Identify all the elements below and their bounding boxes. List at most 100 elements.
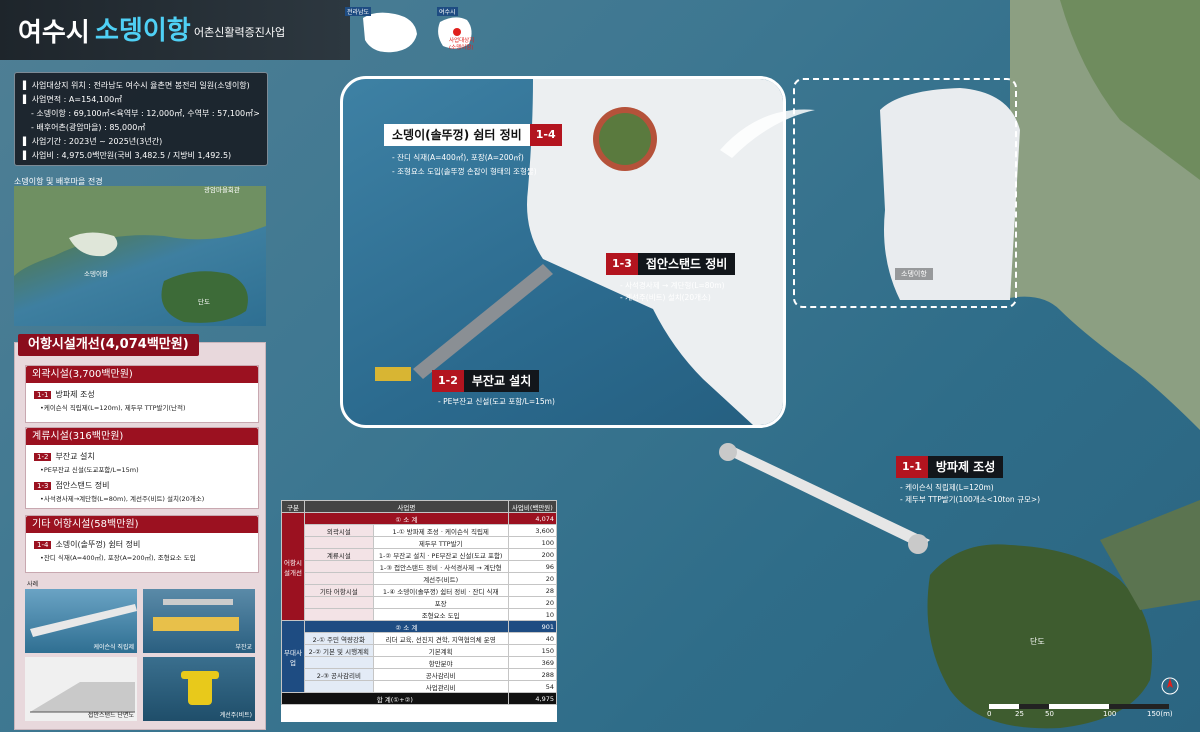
section-other-facility: 기타 어항시설(58백만원) 1-4 소뎅이(솔뚜껑) 쉼터 정비 •잔디 식재(… <box>25 515 259 573</box>
row1-7-value: 10 <box>507 608 558 621</box>
row1-2-group: 계류시설 <box>304 548 374 561</box>
callout-1-3-num: 1-3 <box>606 253 638 275</box>
item-1-1-desc: •케이슨식 직립제(L=120m), 제두부 TTP발기(난적) <box>40 404 186 412</box>
callout-1-4-num: 1-4 <box>529 124 562 146</box>
row1-1-desc: 제두부 TTP발기 <box>372 536 509 549</box>
row2-1-desc: 기본계획 <box>372 644 509 657</box>
row2-1-value: 150 <box>507 644 558 657</box>
subtotal-2-value: 901 <box>507 620 558 633</box>
item-1-3-name: 접안스탠드 정비 <box>55 481 110 490</box>
th-budget: 사업비(백만원) <box>507 500 558 513</box>
section-other-head: 기타 어항시설(58백만원) <box>26 516 258 533</box>
scale-tick-50: 50 <box>1045 710 1054 718</box>
row1-1-value: 100 <box>507 536 558 549</box>
photo-label-village: 광암마을회관 <box>204 186 240 194</box>
row1-0-detail: 1-① 방파제 조성 · 케이슨식 직립제 <box>372 524 509 537</box>
item-1-4-name: 소뎅이(솔뚜껑) 쉼터 정비 <box>55 540 141 549</box>
row1-3-value: 96 <box>507 560 558 573</box>
row1-4-value: 20 <box>507 572 558 585</box>
location-minimap: 전라남도 여수시 사업대상지 (소뎅이항) <box>345 4 495 60</box>
item-1-2-name: 부잔교 설치 <box>55 452 95 461</box>
callout-1-2: 1-2 부잔교 설치 <box>432 370 540 392</box>
row1-3-desc: 사석경사제 → 계단형 <box>444 563 502 572</box>
row2-0-value: 40 <box>507 632 558 645</box>
row1-5-detail: 1-④ 소뎅이(솔뚜껑) 쉼터 정비 · 잔디 식재 <box>372 584 509 597</box>
total-label: 합 계(①+②) <box>281 692 509 705</box>
aerial-photo-shapes <box>14 186 266 323</box>
subtotal-1-value: 4,074 <box>507 512 558 525</box>
row2-2-desc: 항만분야 <box>372 656 509 669</box>
row1-5-desc: 잔디 식재 <box>472 587 499 596</box>
info-budget: ▌ 사업비 : 4,975.0백만원(국비 3,482.5 / 지방비 1,49… <box>23 151 232 160</box>
callout-1-3: 1-3 접안스탠드 정비 <box>606 253 736 275</box>
item-1-4-tag: 1-4 <box>34 541 52 549</box>
cat-facility: 어항시설개선 <box>281 512 305 621</box>
row1-5-value: 28 <box>507 584 558 597</box>
section-mooring-head: 계류시설(316백만원) <box>26 428 258 445</box>
row1-3-group <box>304 560 374 573</box>
budget-table: 구분 사업명 사업비(백만원) 어항시설개선 ① 소 계 4,074 외곽시설 … <box>281 500 558 722</box>
row1-0-desc: 케이슨식 직립제 <box>444 527 489 536</box>
row1-5-name: 1-④ 소뎅이(솔뚜껑) 쉼터 정비 <box>382 587 467 596</box>
row1-0-value: 3,600 <box>507 524 558 537</box>
minimap-target-label: 사업대상지 (소뎅이항) <box>449 38 475 51</box>
item-1-4-title: 1-4 소뎅이(솔뚜껑) 쉼터 정비 <box>34 539 258 550</box>
row2-3-name: 2-③ 공사감리비 <box>304 668 374 681</box>
note-1-3-a: - 사석경사제 → 계단형(L=80m) <box>620 281 725 290</box>
row1-2-value: 200 <box>507 548 558 561</box>
budget-table-grid: 구분 사업명 사업비(백만원) 어항시설개선 ① 소 계 4,074 외곽시설 … <box>281 500 558 705</box>
scale-tick-150: 150(m) <box>1147 710 1173 718</box>
section-mooring-facility: 계류시설(316백만원) 1-2 부잔교 설치 •PE부잔교 신설(도교포함/L=… <box>25 427 259 509</box>
total-value: 4,975 <box>507 692 558 705</box>
callout-1-1: 1-1 방파제 조성 <box>896 456 1004 478</box>
row1-7-group <box>304 608 374 621</box>
minimap-region1: 전라남도 <box>345 7 372 16</box>
item-1-3-desc: •사석경사제→계단형(L=80m), 계선주(비트) 설치(20개소) <box>40 495 205 503</box>
cat-ancillary: 부대사업 <box>281 620 305 693</box>
row2-2-value: 369 <box>507 656 558 669</box>
page-title-port: 소뎅이항 <box>95 16 191 46</box>
item-1-1-name: 방파제 조성 <box>55 390 95 399</box>
subtotal-2-label: ② 소 계 <box>304 620 509 633</box>
scale-tick-100: 100 <box>1103 710 1117 718</box>
note-1-1-a: - 케이슨식 직립제(L=120m) <box>900 483 994 492</box>
subtotal-1-label: ① 소 계 <box>304 512 509 525</box>
item-1-2-tag: 1-2 <box>34 453 52 461</box>
row1-6-value: 20 <box>507 596 558 609</box>
row1-2-name: 1-② 부잔교 설치 <box>378 551 426 560</box>
row1-6-group <box>304 596 374 609</box>
page-subtitle: 어촌신활력증진사업 <box>194 26 286 39</box>
section-outer-facility: 외곽시설(3,700백만원) 1-1 방파제 조성 •케이슨식 직립제(L=120… <box>25 365 259 423</box>
row1-7-desc: 조형요소 도입 <box>372 608 509 621</box>
info-period: ▌ 사업기간 : 2023년 ~ 2025년(3년간) <box>23 137 163 146</box>
thumb-caption-section: 접안스탠드 단면도 <box>87 712 134 719</box>
row1-2-desc: PE부잔교 신설(도교 포함) <box>431 551 503 560</box>
row2-0-desc: 리더 교육, 선진지 견학, 지역협의체 운영 <box>372 632 509 645</box>
photo-label-port: 소뎅이항 <box>84 270 108 278</box>
place-label-port: 소뎅이항 <box>895 268 933 280</box>
north-arrow-icon <box>1161 677 1179 695</box>
item-1-2-desc: •PE부잔교 신설(도교포함/L=15m) <box>40 466 139 474</box>
thumb-caption-pontoon: 부잔교 <box>235 644 252 651</box>
info-area: ▌ 사업면적 : A=154,100㎡ <box>23 95 123 104</box>
row2-1-name: 2-② 기본 및 시행계획 <box>304 644 374 657</box>
row2-2-name <box>304 656 374 669</box>
row2-3-value: 288 <box>507 668 558 681</box>
photo-label-island: 단도 <box>198 298 210 306</box>
item-1-1-title: 1-1 방파제 조성 <box>34 389 258 400</box>
row1-3-detail: 1-③ 접안스탠드 정비 · 사석경사제 → 계단형 <box>372 560 509 573</box>
callout-1-3-text: 접안스탠드 정비 <box>637 253 736 275</box>
note-1-4-a: - 잔디 식재(A=400㎡), 포장(A=200㎡) <box>392 153 524 162</box>
row1-3-name: 1-③ 접안스탠드 정비 <box>379 563 439 572</box>
example-photo-caisson: 케이슨식 직립제 <box>25 589 137 653</box>
th-category: 구분 <box>281 500 305 513</box>
note-1-4-b: - 조형요소 도입(솔뚜껑 손잡이 형태의 조형물) <box>392 167 537 176</box>
row2-4-value: 54 <box>507 680 558 693</box>
facility-improvement-panel: 외곽시설(3,700백만원) 1-1 방파제 조성 •케이슨식 직립제(L=120… <box>14 342 266 730</box>
row1-4-group <box>304 572 374 585</box>
item-1-4-desc: •잔디 식재(A=400㎡), 포장(A=200㎡), 조형요소 도입 <box>40 554 196 562</box>
example-photos-label: 사례 <box>27 581 39 588</box>
minimap-region2: 여수시 <box>437 7 458 16</box>
info-area-village: - 배후어촌(광암마을) : 85,000㎡ <box>31 123 146 132</box>
row2-4-desc: 사업관리비 <box>372 680 509 693</box>
